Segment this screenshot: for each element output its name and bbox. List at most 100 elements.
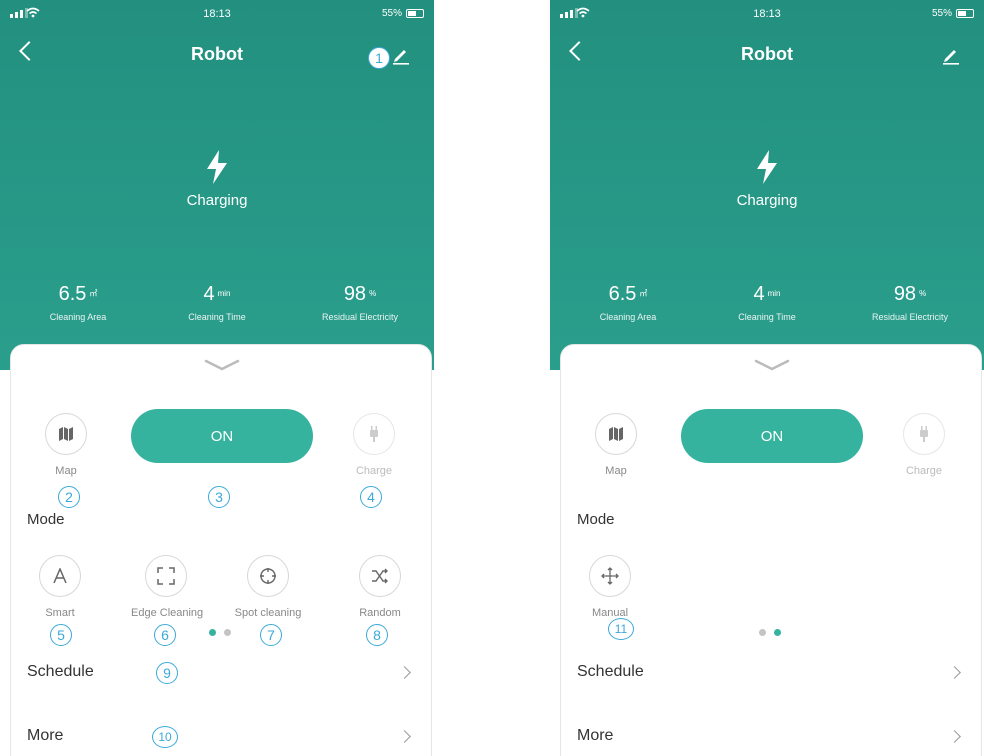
plug-icon xyxy=(920,426,928,442)
page-indicator xyxy=(209,629,231,636)
more-row[interactable]: More xyxy=(561,717,981,756)
chevron-down-icon[interactable] xyxy=(754,357,790,373)
page-dot-active xyxy=(774,629,781,636)
map-button[interactable] xyxy=(595,413,637,455)
edge-frame-icon xyxy=(157,567,175,585)
mode-manual-button[interactable] xyxy=(589,555,631,597)
control-sheet: Map ON Charge Mode Smart Edge Cleaning S… xyxy=(10,344,432,756)
edit-button[interactable] xyxy=(390,44,412,66)
mode-random-button[interactable] xyxy=(359,555,401,597)
status-time: 18:13 xyxy=(753,8,781,20)
stat-label: Residual Electricity xyxy=(871,312,949,322)
schedule-row[interactable]: Schedule xyxy=(561,653,981,693)
stat-value: 6.5 xyxy=(608,283,637,305)
stat-value: 6.5 xyxy=(58,283,87,305)
mode-edge-button[interactable] xyxy=(145,555,187,597)
more-row[interactable]: More xyxy=(11,717,431,756)
stat-cleaning-area: 6.5 ㎡ Cleaning Area xyxy=(558,282,698,322)
more-label: More xyxy=(577,727,614,744)
stat-unit: % xyxy=(919,289,927,298)
chevron-right-icon xyxy=(398,730,411,743)
charge-control[interactable]: Charge xyxy=(889,413,959,477)
callout-marker: 1 xyxy=(368,47,390,69)
mode-edge-cleaning[interactable]: Edge Cleaning xyxy=(131,555,204,619)
stat-label: Cleaning Time xyxy=(738,312,796,322)
lightning-icon xyxy=(207,150,227,184)
plug-icon xyxy=(370,426,378,442)
mode-label: Edge Cleaning xyxy=(131,607,204,619)
move-arrows-icon xyxy=(601,567,619,585)
stat-value: 98 xyxy=(343,283,367,305)
mode-spot-cleaning[interactable]: Spot cleaning xyxy=(233,555,303,619)
battery-percent: 55% xyxy=(381,8,402,19)
battery-indicator: 55% xyxy=(382,8,424,19)
stat-residual-electricity: 98% Residual Electricity xyxy=(290,282,430,322)
charge-label: Charge xyxy=(355,465,393,477)
power-on-button[interactable]: ON xyxy=(681,409,863,463)
map-icon xyxy=(609,427,623,441)
callout-marker: 9 xyxy=(156,662,178,684)
stat-value: 4 xyxy=(753,283,765,305)
edit-button[interactable] xyxy=(940,44,962,66)
stat-label: Cleaning Area xyxy=(49,312,107,322)
letter-a-icon xyxy=(53,568,67,584)
schedule-row[interactable]: Schedule xyxy=(11,653,431,693)
mode-spot-button[interactable] xyxy=(247,555,289,597)
chevron-right-icon xyxy=(948,730,961,743)
shuffle-icon xyxy=(372,568,388,584)
callout-marker: 8 xyxy=(366,624,388,646)
map-control[interactable]: Map xyxy=(581,413,651,477)
charge-control[interactable]: Charge xyxy=(339,413,409,477)
stat-unit: min xyxy=(767,289,781,298)
callout-marker: 3 xyxy=(208,486,230,508)
pencil-icon xyxy=(943,50,959,65)
pencil-icon xyxy=(393,50,409,65)
stat-cleaning-time: 4 min Cleaning Time xyxy=(147,282,287,322)
charge-label: Charge xyxy=(905,465,943,477)
stat-unit: min xyxy=(217,289,231,298)
stat-unit: % xyxy=(369,289,377,298)
map-icon xyxy=(59,427,73,441)
callout-marker: 2 xyxy=(58,486,80,508)
page-title: Robot xyxy=(741,44,793,64)
status-time: 18:13 xyxy=(203,8,231,20)
header-panel: 18:13 55% Robot Charging 6.5 ㎡ Cleaning A… xyxy=(550,0,984,370)
callout-marker: 11 xyxy=(608,618,634,640)
status-bar: 18:13 55% xyxy=(550,7,984,22)
chevron-down-icon[interactable] xyxy=(204,357,240,373)
mode-title: Mode xyxy=(577,511,615,528)
charge-button[interactable] xyxy=(353,413,395,455)
page-dot xyxy=(224,629,231,636)
chevron-right-icon xyxy=(948,666,961,679)
more-label: More xyxy=(27,727,64,744)
mode-title: Mode xyxy=(27,511,65,528)
map-button[interactable] xyxy=(45,413,87,455)
battery-icon xyxy=(406,9,424,18)
callout-marker: 7 xyxy=(260,624,282,646)
mode-random[interactable]: Random xyxy=(345,555,415,619)
charging-status: Charging xyxy=(736,192,798,209)
charge-button[interactable] xyxy=(903,413,945,455)
map-label: Map xyxy=(55,465,77,477)
battery-indicator: 55% xyxy=(932,8,974,19)
target-icon xyxy=(260,568,276,584)
stat-value: 98 xyxy=(893,283,917,305)
chevron-right-icon xyxy=(398,666,411,679)
page-dot-active xyxy=(209,629,216,636)
phone-screen-right: 18:13 55% Robot Charging 6.5 ㎡ Cleaning A… xyxy=(550,0,984,756)
stat-cleaning-time: 4 min Cleaning Time xyxy=(697,282,837,322)
mode-smart[interactable]: Smart xyxy=(25,555,95,619)
battery-icon xyxy=(956,9,974,18)
battery-percent: 55% xyxy=(931,8,952,19)
charging-status: Charging xyxy=(186,192,248,209)
phone-screen-left: 18:13 55% Robot Charging 6.5 ㎡ Cleaning A… xyxy=(0,0,434,756)
status-bar: 18:13 55% xyxy=(0,7,434,22)
schedule-label: Schedule xyxy=(577,663,644,680)
power-on-button[interactable]: ON xyxy=(131,409,313,463)
mode-smart-button[interactable] xyxy=(39,555,81,597)
map-control[interactable]: Map xyxy=(31,413,101,477)
stat-residual-electricity: 98% Residual Electricity xyxy=(840,282,980,322)
callout-marker: 6 xyxy=(154,624,176,646)
mode-manual[interactable]: Manual xyxy=(575,555,645,619)
stat-label: Residual Electricity xyxy=(321,312,399,322)
